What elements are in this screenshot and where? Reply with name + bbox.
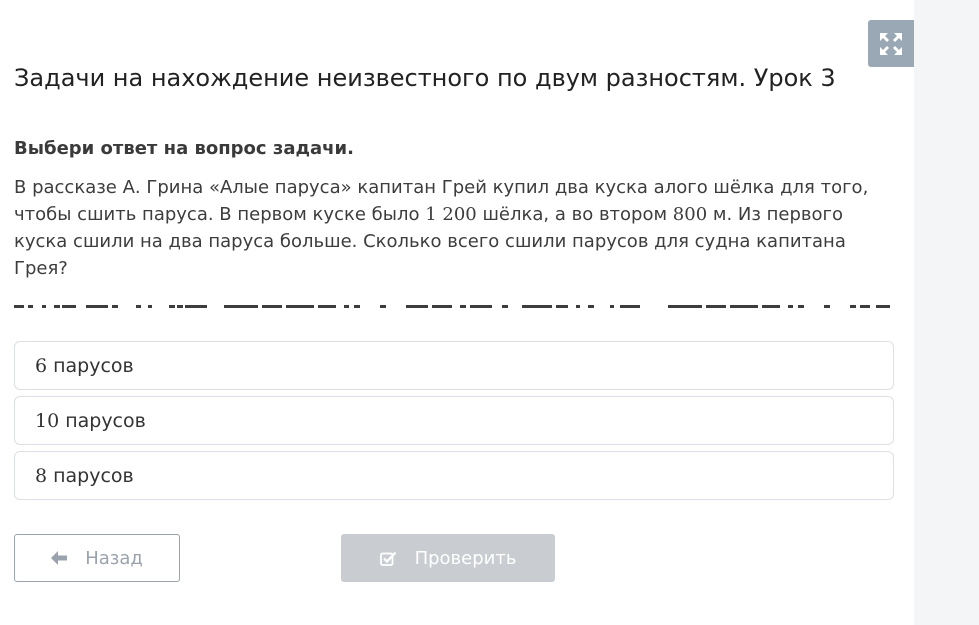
- option-number: 10: [35, 409, 60, 432]
- back-button[interactable]: Назад: [14, 534, 180, 582]
- task-instruction: Выбери ответ на вопрос задачи.: [14, 138, 354, 159]
- expand-icon: [880, 32, 902, 55]
- check-button-label: Проверить: [414, 547, 517, 569]
- answer-option[interactable]: 6 парусов: [14, 341, 894, 390]
- checkbox-icon: [379, 551, 396, 566]
- lesson-title: Задачи на нахождение неизвестного по дву…: [14, 64, 836, 92]
- problem-text: В рассказе А. Грина «Алые паруса» капита…: [14, 174, 894, 282]
- option-number: 6: [35, 354, 48, 377]
- option-label: парусов: [53, 354, 134, 377]
- right-gutter: [914, 0, 979, 625]
- option-label: парусов: [65, 409, 146, 432]
- back-button-label: Назад: [85, 547, 143, 569]
- answer-option[interactable]: 10 парусов: [14, 396, 894, 445]
- option-label: парусов: [53, 464, 134, 487]
- problem-number: 1 200: [425, 204, 477, 225]
- truncated-text-divider: [14, 305, 890, 308]
- arrow-left-icon: [51, 551, 68, 565]
- check-button[interactable]: Проверить: [341, 534, 555, 582]
- fullscreen-button[interactable]: [868, 20, 914, 67]
- option-number: 8: [35, 464, 48, 487]
- answer-option[interactable]: 8 парусов: [14, 451, 894, 500]
- problem-number: 800: [672, 204, 708, 225]
- problem-text-part: шёлка, а во втором: [476, 204, 673, 225]
